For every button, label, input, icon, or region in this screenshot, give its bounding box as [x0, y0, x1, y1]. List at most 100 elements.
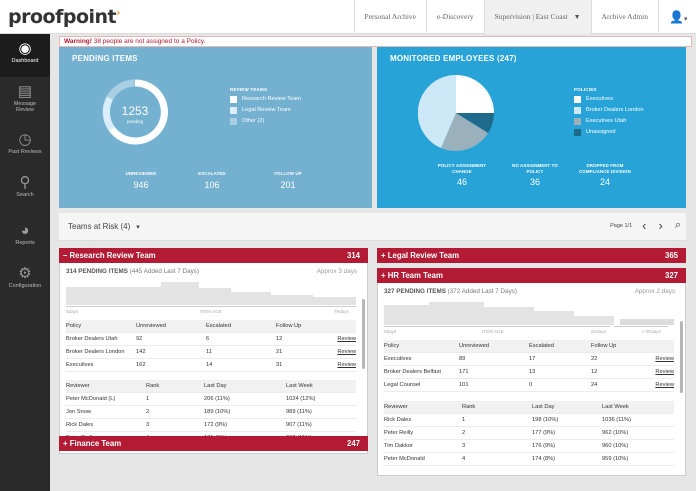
search-icon[interactable]: ⌕	[675, 219, 681, 232]
table-cell: 198 (10%)	[532, 417, 559, 423]
legend-item-executives[interactable]: Executives	[574, 96, 644, 107]
top-nav: Personal Archive e-Discovery Supervision…	[353, 0, 696, 34]
nav-supervision[interactable]: Supervision | East Coast ▼	[483, 0, 591, 34]
column-header: Follow Up	[276, 323, 302, 329]
clock-icon: ◷	[18, 131, 32, 148]
column-header: Unreviewed	[136, 323, 167, 329]
table-cell: Jon Snow	[66, 409, 91, 415]
legend-item-other[interactable]: Other (2)	[230, 118, 301, 129]
sidebar-item-past-reviews[interactable]: ◷ Past Reviews	[0, 125, 50, 168]
nav-ediscovery[interactable]: e-Discovery	[425, 0, 484, 34]
pending-center-label: pending	[126, 119, 144, 124]
reviewer-row: Peter Reilly 2 177 (9%) 962 (10%)	[384, 427, 674, 440]
column-header: Rank	[146, 383, 160, 389]
monitored-employees-panel: MONITORED EMPLOYEES (247) POLICIES Execu…	[377, 47, 686, 208]
review-link[interactable]: Review	[337, 336, 356, 342]
column-header	[331, 320, 356, 332]
review-link[interactable]: Review	[655, 369, 674, 375]
table-cell: 12	[591, 369, 598, 375]
table-cell: 22	[591, 356, 598, 362]
table-cell: 142	[136, 349, 146, 355]
review-link[interactable]: Review	[337, 362, 356, 368]
table-cell: 31	[276, 362, 283, 368]
sidebar: ◉ Dashboard ▤ Message Review ◷ Past Reviews…	[0, 34, 50, 491]
table-cell: 6	[206, 336, 210, 342]
stat-follow-up[interactable]: FOLLOW UP 201	[263, 171, 313, 190]
scrollbar[interactable]	[362, 299, 365, 369]
table-cell: 24	[591, 382, 598, 388]
teams-at-risk-dropdown[interactable]: Teams at Risk (4) ▾	[68, 222, 140, 231]
column-header: Last Week	[602, 404, 629, 410]
monitored-pie-chart[interactable]	[418, 75, 494, 151]
search-icon: ⚲	[19, 174, 31, 191]
review-teams-legend: REVIEW TEAMS Research Review Team Legal …	[230, 87, 301, 129]
chevron-down-icon: ▼	[573, 13, 581, 21]
legal-review-team-card: + Legal Review Team 365	[377, 248, 686, 263]
legend-item-executives-utah[interactable]: Executives Utah	[574, 118, 644, 129]
table-cell: Review	[646, 379, 674, 391]
table-cell: 1036 (11%)	[602, 417, 631, 423]
proofpoint-logo[interactable]: proofpoint›	[8, 6, 121, 28]
sidebar-item-dashboard[interactable]: ◉ Dashboard	[0, 34, 50, 77]
table-cell: 0	[529, 382, 533, 388]
legend-item-research[interactable]: Research Review Team	[230, 96, 301, 107]
table-cell: Review	[331, 346, 356, 358]
table-cell: 907 (11%)	[286, 422, 312, 428]
hr-pending-items: 327 PENDING ITEMS (372 Added Last 7 Days…	[384, 288, 517, 295]
finance-team-header[interactable]: + Finance Team 247	[59, 436, 368, 451]
column-header: Policy	[66, 323, 82, 329]
legend-item-unassigned[interactable]: Unassigned	[574, 129, 644, 140]
hr-approx: Approx 2 days	[634, 288, 675, 295]
legend-item-broker-london[interactable]: Broker Dealers London	[574, 107, 644, 118]
table-cell: 189 (10%)	[204, 409, 231, 415]
nav-personal-archive[interactable]: Personal Archive	[353, 0, 426, 34]
stat-policy-assignment-change[interactable]: POLICY ASSIGNMENT CHANGE 46	[432, 163, 492, 187]
policy-row: Legal Counsel 101 0 24 Review	[384, 379, 674, 392]
sidebar-item-configuration[interactable]: ⚙ Configuration	[0, 259, 50, 302]
table-cell: 12	[276, 336, 283, 342]
table-cell: Broker Dealers Utah	[66, 336, 118, 342]
hr-policy-table: Policy Unreviewed Escalated Follow Up Execut…	[384, 340, 674, 392]
legal-team-header[interactable]: + Legal Review Team 365	[377, 248, 686, 263]
nav-archive-admin[interactable]: Archive Admin	[590, 0, 658, 34]
review-link[interactable]: Review	[337, 349, 356, 355]
legend-item-legal[interactable]: Legal Review Team	[230, 107, 301, 118]
research-policy-table: Policy Unreviewed Escalated Follow Up Broker…	[66, 320, 356, 372]
prev-page-icon[interactable]: ‹	[642, 218, 646, 233]
sidebar-item-search[interactable]: ⚲ Search	[0, 168, 50, 216]
sidebar-item-reports[interactable]: ◕ Reports	[0, 216, 50, 259]
table-cell: 92	[136, 336, 143, 342]
stat-dropped-from-compliance[interactable]: DROPPED FROM COMPLIANCE DIVISION 24	[572, 163, 638, 187]
page-indicator: Page 1/1	[610, 222, 633, 229]
table-cell: Broker Dealers London	[66, 349, 125, 355]
policy-row: Broker Dealers Utah 92 6 12 Review	[66, 333, 356, 346]
table-cell: Rick Dales	[66, 422, 94, 428]
scrollbar[interactable]	[680, 321, 683, 393]
table-cell: Legal Counsel	[384, 382, 421, 388]
table-cell: Peter McDonald	[384, 456, 425, 462]
stat-escalated[interactable]: ESCALATED 106	[187, 171, 237, 190]
table-cell: 174 (8%)	[532, 456, 556, 462]
next-page-icon[interactable]: ›	[658, 218, 662, 233]
review-link[interactable]: Review	[655, 382, 674, 388]
research-team-header[interactable]: – Research Review Team 314	[59, 248, 368, 263]
gear-icon: ⚙	[18, 265, 32, 282]
review-link[interactable]: Review	[655, 356, 674, 362]
sidebar-item-message-review[interactable]: ▤ Message Review	[0, 77, 50, 125]
research-age-histogram	[66, 280, 356, 305]
hr-team-header[interactable]: + HR Team Team 327	[377, 268, 686, 283]
user-menu[interactable]: 👤▾	[658, 0, 696, 34]
table-cell: 176 (9%)	[532, 443, 556, 449]
pager: Page 1/1 ‹ › ⌕	[610, 218, 681, 233]
pie-chart-icon: ◕	[20, 222, 30, 239]
reviewer-row: Rick Dales 3 172 (9%) 907 (11%)	[66, 419, 356, 432]
table-cell: 162	[136, 362, 146, 368]
chevron-down-icon: ▾	[136, 224, 140, 231]
stat-no-assignment[interactable]: NO ASSIGNMENT TO POLICY 36	[505, 163, 565, 187]
table-cell: Review	[646, 366, 674, 378]
table-cell: Executives	[384, 356, 412, 362]
table-cell: Broker Dealers Belfast	[384, 369, 441, 375]
filter-bar: Teams at Risk (4) ▾ Page 1/1 ‹ › ⌕	[59, 213, 686, 241]
table-cell: 172 (9%)	[204, 422, 228, 428]
stat-unreviewed[interactable]: UNREVIEWED 946	[116, 171, 166, 190]
